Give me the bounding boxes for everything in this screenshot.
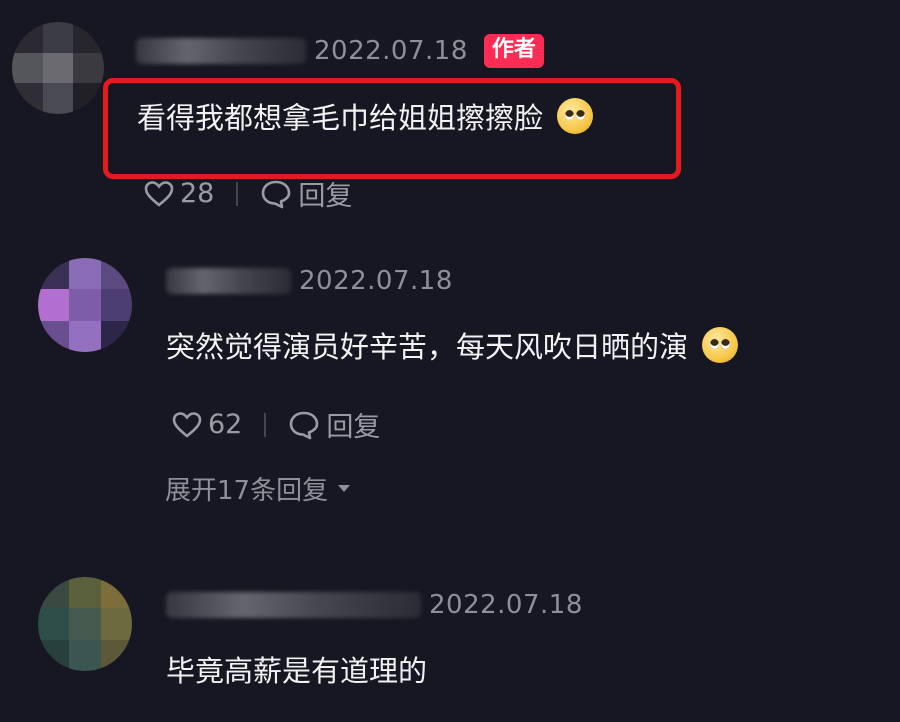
username-blurred[interactable] [166,268,291,294]
like-button[interactable]: 62 [172,409,242,440]
comment-actions: 28 回复 [144,174,352,213]
comment-meta: 2022.07.18 [166,590,583,620]
expand-replies-label: 展开17条回复 [165,476,329,506]
reply-button[interactable]: 回复 [260,174,352,213]
heart-icon [144,180,174,207]
like-count: 62 [208,409,243,440]
reply-label: 回复 [298,181,353,212]
username-blurred[interactable] [136,38,306,64]
avatar[interactable] [38,258,132,352]
comment-date: 2022.07.18 [314,36,468,66]
comment-actions: 62 回复 [172,405,380,444]
comment-meta: 2022.07.18 [166,266,453,296]
highlight-box [103,78,681,179]
comment-text: 突然觉得演员好辛苦，每天风吹日晒的演 [166,324,739,366]
comment-text-content: 突然觉得演员好辛苦，每天风吹日晒的演 [166,330,689,364]
comment-text-content: 毕竟高薪是有道理的 [166,654,428,688]
speech-bubble-icon [262,180,291,208]
divider [264,412,267,437]
like-button[interactable]: 28 [144,178,214,209]
divider [236,181,239,206]
expand-replies-button[interactable]: 展开17条回复 [165,470,351,507]
comment-date: 2022.07.18 [299,266,453,296]
comment-meta: 2022.07.18 作者 [136,34,544,68]
avatar[interactable] [12,22,104,114]
caret-down-icon [338,485,351,492]
comment-text: 毕竟高薪是有道理的 [166,648,427,690]
reply-button[interactable]: 回复 [288,405,380,444]
username-blurred[interactable] [166,592,421,618]
author-badge: 作者 [483,34,544,68]
avatar[interactable] [38,577,132,671]
heart-icon [172,411,202,438]
like-count: 28 [180,178,215,209]
reply-label: 回复 [326,412,381,443]
pleading-face-icon [702,327,739,363]
speech-bubble-icon [290,411,319,439]
comment-date: 2022.07.18 [429,590,583,620]
